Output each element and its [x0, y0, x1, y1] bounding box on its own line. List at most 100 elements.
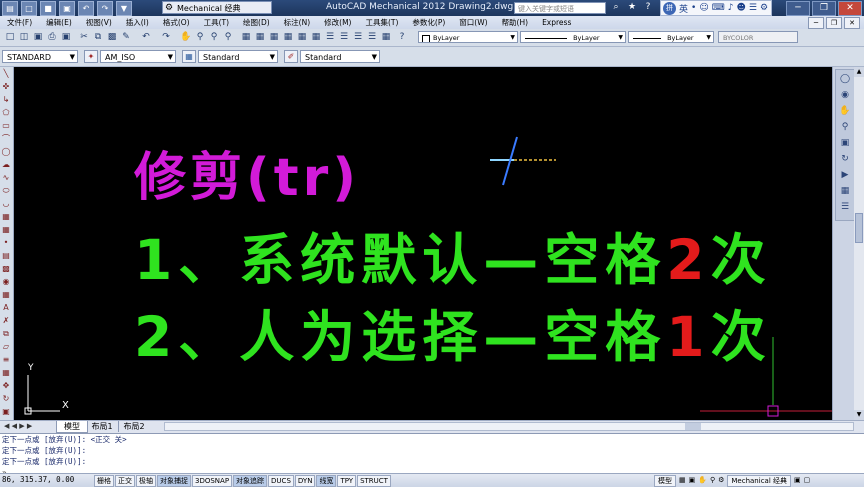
redo-icon[interactable]: ↷ [160, 31, 172, 43]
redo-icon[interactable]: ↷ [97, 1, 113, 16]
open-file-icon[interactable]: ■ [40, 1, 56, 16]
preview-icon[interactable]: ▣ [60, 31, 72, 43]
ellipse-arc-icon[interactable]: ◡ [0, 198, 12, 210]
lineweight-control-dropdown[interactable]: ByLayer ▼ [628, 31, 714, 43]
search-input[interactable]: 键入关键字或短语 [514, 2, 606, 14]
ime-voice-icon[interactable]: ♪ [728, 3, 734, 13]
undo-icon[interactable]: ↶ [78, 1, 94, 16]
dim-style-icon[interactable]: ✦ [84, 50, 98, 63]
rectangle-icon[interactable]: ▭ [0, 120, 12, 132]
menu-browser-icon[interactable]: ▤ [2, 1, 18, 16]
qnew-icon[interactable]: □ [4, 31, 16, 43]
search-icon[interactable]: ⌕ [610, 1, 622, 14]
menu-format[interactable]: 格式(O) [156, 16, 197, 29]
layer-freeze-icon[interactable]: ▦ [380, 31, 392, 43]
construction-line-icon[interactable]: ✜ [0, 81, 12, 93]
plot-icon[interactable]: ⎙ [46, 31, 58, 43]
ime-skin-icon[interactable]: ☻ [736, 3, 745, 13]
toggle-tpy[interactable]: TPY [337, 475, 357, 487]
ime-language-toggle[interactable]: 英 [679, 2, 688, 15]
rotate-icon[interactable]: ↻ [0, 393, 12, 405]
color-control-dropdown[interactable]: ByLayer ▼ [418, 31, 518, 43]
table-style-dropdown[interactable]: Standard ▼ [198, 50, 278, 63]
help-icon[interactable]: ? [642, 1, 654, 14]
drawing-canvas[interactable]: 修剪(tr) 1、系统默认—空格2次 2、人为选择—空格1次 Y X [14, 67, 832, 420]
menu-toolsets[interactable]: 工具集(T) [358, 16, 405, 29]
favorites-icon[interactable]: ★ [626, 1, 638, 14]
doc-close-button[interactable]: ✕ [844, 17, 860, 29]
steering-wheel-icon[interactable]: ◉ [837, 88, 853, 102]
zoom-window-icon[interactable]: ⚲ [208, 31, 220, 43]
pan-icon[interactable]: ✋ [698, 475, 707, 487]
region-icon[interactable]: ◉ [0, 276, 12, 288]
cut-icon[interactable]: ✂ [78, 31, 90, 43]
menu-dimension[interactable]: 标注(N) [277, 16, 317, 29]
gear-icon[interactable]: ⚙ [718, 475, 724, 487]
zoom-realtime-icon[interactable]: ⚲ [194, 31, 206, 43]
offset-icon[interactable]: ≡ [0, 354, 12, 366]
zoom-previous-icon[interactable]: ⚲ [222, 31, 234, 43]
toggle-struct[interactable]: STRUCT [357, 475, 391, 487]
menu-edit[interactable]: 编辑(E) [39, 16, 79, 29]
ime-toolbar[interactable]: 拼 英 • ☺ ⌨ ♪ ☻ ☰ ⚙ [660, 0, 772, 16]
menu-help[interactable]: 帮助(H) [495, 16, 536, 29]
toggle-3dosnap[interactable]: 3DOSNAP [192, 475, 233, 487]
toggle-grid[interactable]: 栅格 [94, 475, 114, 487]
scale-icon[interactable]: ▣ [0, 406, 12, 418]
menu-tools[interactable]: 工具(T) [197, 16, 236, 29]
toggle-ortho[interactable]: 正交 [115, 475, 135, 487]
scroll-down-icon[interactable]: ▼ [854, 410, 864, 420]
quickcalc-icon[interactable]: ▦ [310, 31, 322, 43]
quick-view-icon[interactable]: ▣ [689, 475, 696, 487]
model-space-button[interactable]: 模型 [654, 475, 676, 487]
circle-icon[interactable]: ◯ [0, 146, 12, 158]
table-style-icon[interactable]: ▦ [182, 50, 196, 63]
ellipse-icon[interactable]: ⬭ [0, 185, 12, 197]
pan-icon[interactable]: ✋ [837, 104, 853, 118]
array-icon[interactable]: ▦ [0, 367, 12, 379]
copy-object-icon[interactable]: ⧉ [0, 328, 12, 340]
arc-icon[interactable]: ⌒ [0, 133, 12, 145]
doc-minimize-button[interactable]: ─ [808, 17, 824, 29]
properties-panel-icon[interactable]: ☰ [837, 200, 853, 214]
mleader-style-dropdown[interactable]: Standard ▼ [300, 50, 380, 63]
coordinate-readout[interactable]: 86, 315.37, 0.00 [2, 475, 74, 484]
menu-file[interactable]: 文件(F) [0, 16, 39, 29]
toggle-lineweight[interactable]: 线宽 [316, 475, 337, 487]
mtext-icon[interactable]: A [0, 302, 12, 314]
gradient-icon[interactable]: ▩ [0, 263, 12, 275]
vertical-scroll-thumb[interactable] [855, 213, 863, 243]
menu-insert[interactable]: 插入(I) [119, 16, 156, 29]
lock-icon[interactable]: ▣ [794, 475, 801, 487]
design-center-icon[interactable]: ▦ [254, 31, 266, 43]
open-icon[interactable]: ◫ [18, 31, 30, 43]
doc-restore-button[interactable]: ❐ [826, 17, 842, 29]
point-icon[interactable]: • [0, 237, 12, 249]
save-icon[interactable]: ▣ [32, 31, 44, 43]
table-icon[interactable]: ▦ [0, 289, 12, 301]
maximize-button[interactable]: ❐ [812, 1, 836, 16]
toggle-osnap[interactable]: 对象捕捉 [157, 475, 191, 487]
help-icon[interactable]: ? [396, 31, 408, 43]
ime-keyboard-icon[interactable]: ⌨ [712, 3, 725, 13]
layer-states-icon[interactable]: ☰ [338, 31, 350, 43]
annotation-scale-icon[interactable]: ▦ [679, 475, 686, 487]
paste-icon[interactable]: ▩ [106, 31, 118, 43]
layer-isolate-icon[interactable]: ☰ [366, 31, 378, 43]
ime-settings-icon[interactable]: ⚙ [760, 3, 768, 13]
close-button[interactable]: ✕ [838, 1, 862, 16]
horizontal-scroll-thumb[interactable] [685, 423, 701, 430]
menu-express[interactable]: Express [535, 16, 578, 29]
menu-parametric[interactable]: 参数化(P) [405, 16, 452, 29]
toggle-otrack[interactable]: 对象追踪 [233, 475, 268, 487]
showmotion-icon[interactable]: ▶ [837, 168, 853, 182]
sheet-set-icon[interactable]: ▦ [282, 31, 294, 43]
workspace-dropdown[interactable]: ⚙ Mechanical 经典 [162, 1, 272, 14]
mleader-style-icon[interactable]: ✐ [284, 50, 298, 63]
toggle-polar[interactable]: 极轴 [136, 475, 156, 487]
layer-walk-icon[interactable]: ☰ [352, 31, 364, 43]
ime-menu-icon[interactable]: ☰ [749, 3, 757, 13]
new-file-icon[interactable]: □ [21, 1, 37, 16]
polygon-icon[interactable]: ⬠ [0, 107, 12, 119]
toggle-dyn[interactable]: DYN [294, 475, 316, 487]
